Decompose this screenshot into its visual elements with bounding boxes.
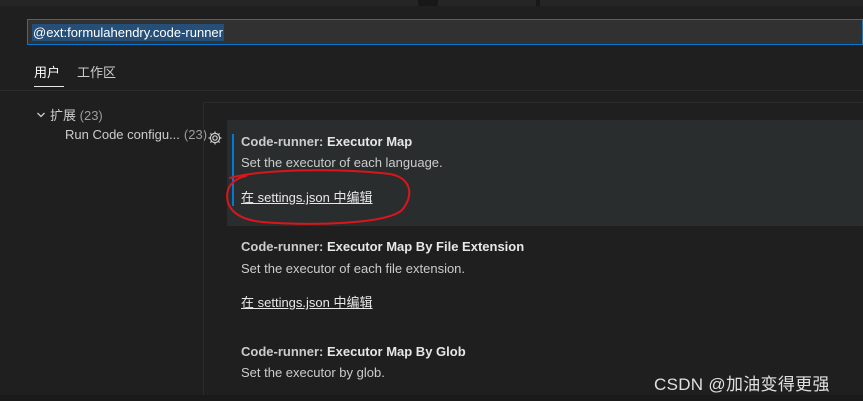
setting-category: Code-runner:	[241, 344, 327, 359]
setting-category: Code-runner:	[241, 134, 327, 149]
edit-in-settings-json-link[interactable]: 在 settings.json 中编辑	[241, 187, 373, 206]
content-divider	[203, 102, 204, 401]
title-bar-strip	[0, 0, 863, 6]
gear-icon[interactable]	[207, 130, 225, 148]
toc-group-extensions[interactable]: 扩展 (23)	[36, 105, 103, 124]
toc-group-label: 扩展	[50, 108, 77, 123]
tabs-divider	[0, 90, 863, 91]
tab-strip-segment	[0, 0, 418, 6]
setting-description: Set the executor of each file extension.	[241, 261, 466, 276]
setting-description: Set the executor of each language.	[241, 155, 443, 170]
setting-name: Executor Map	[326, 134, 413, 149]
tab-strip-segment	[438, 0, 536, 6]
toc-item-label: Run Code configu...	[65, 127, 180, 142]
edit-in-settings-json-link[interactable]: 在 settings.json 中编辑	[241, 292, 373, 311]
watermark: CSDN @加油变得更强	[654, 375, 830, 394]
setting-name: Executor Map By Glob	[326, 344, 466, 359]
setting-executor-map: Code-runner: Executor Map Set the execut…	[227, 120, 863, 226]
tab-strip-segment	[540, 0, 863, 6]
content-top-border	[203, 102, 863, 103]
toc-group-count: (23)	[79, 108, 103, 123]
setting-name: Executor Map By File Extension	[326, 239, 525, 254]
tab-user[interactable]: 用户	[34, 62, 60, 81]
search-query-text[interactable]: @ext:formulahendry.code-runner	[32, 24, 224, 41]
setting-title: Code-runner: Executor Map By File Extens…	[241, 239, 524, 254]
chevron-down-icon[interactable]	[36, 108, 50, 123]
setting-executor-map-by-file-extension: Code-runner: Executor Map By File Extens…	[227, 226, 863, 330]
setting-category: Code-runner:	[241, 239, 327, 254]
focus-indicator	[232, 134, 234, 206]
setting-title: Code-runner: Executor Map	[241, 134, 412, 149]
toc-item-run-code[interactable]: Run Code configu... (23)	[65, 127, 207, 142]
setting-title: Code-runner: Executor Map By Glob	[241, 344, 466, 359]
settings-search-input[interactable]: @ext:formulahendry.code-runner	[27, 19, 863, 45]
bottom-edge	[0, 395, 863, 401]
setting-description: Set the executor by glob.	[241, 365, 385, 380]
tab-workspace[interactable]: 工作区	[77, 62, 116, 81]
active-tab-indicator	[34, 86, 64, 87]
